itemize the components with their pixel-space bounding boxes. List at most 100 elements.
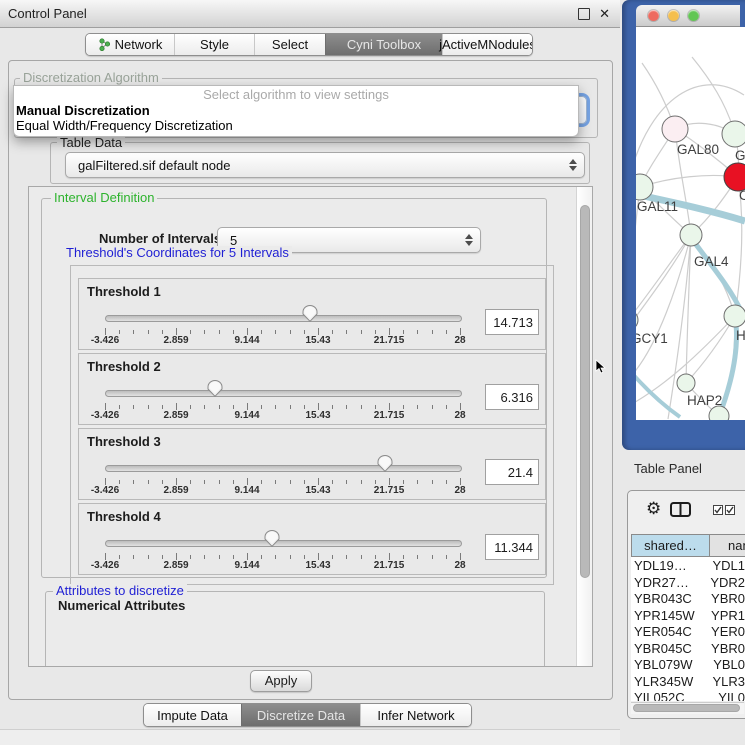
table-hscrollbar-thumb[interactable] (633, 704, 740, 712)
mac-minimize-light[interactable] (668, 10, 679, 21)
tick-mark (460, 553, 461, 560)
tick-label: 28 (454, 560, 465, 571)
network-node[interactable] (677, 374, 695, 392)
table-row[interactable]: YDL19…YDL1 (631, 558, 745, 575)
popup-item[interactable]: Manual Discretization (14, 103, 578, 118)
network-edge-thick[interactable] (636, 371, 680, 417)
cell-shared-name[interactable]: YBL079W (631, 657, 713, 674)
gear-icon[interactable]: ⚙ (646, 500, 661, 517)
tick-mark (133, 330, 134, 334)
table-data-combobox[interactable]: galFiltered.sif default node (65, 152, 585, 178)
tick-label: -3.426 (91, 485, 119, 496)
mac-zoom-light[interactable] (688, 10, 699, 21)
table-hscrollbar-track[interactable] (631, 702, 744, 714)
screen: Control Panel ✕ Network Style Select Cyn… (0, 0, 745, 745)
checked-box-icon (713, 505, 723, 515)
threshold-value-field[interactable]: 6.316 (485, 384, 539, 410)
tick-mark (304, 330, 305, 334)
float-window-icon[interactable] (578, 8, 590, 20)
threshold-slider-track[interactable] (105, 390, 462, 397)
cell-shared-name[interactable]: YBR045C (631, 641, 711, 658)
tab-select[interactable]: Select (254, 34, 325, 55)
tab-infer-network[interactable]: Infer Network (360, 704, 471, 726)
popup-item-list: Manual DiscretizationEqual Width/Frequen… (14, 103, 578, 133)
close-icon[interactable]: ✕ (599, 5, 610, 22)
popup-item[interactable]: Equal Width/Frequency Discretization (14, 118, 578, 133)
network-node[interactable] (724, 305, 745, 327)
threshold-slider-thumb[interactable] (264, 530, 280, 547)
cell-name[interactable]: YIL0 (718, 690, 745, 701)
cell-shared-name[interactable]: YLR345W (631, 674, 712, 691)
network-node[interactable] (722, 121, 745, 147)
tab-jactivemnodules[interactable]: jActiveMNodules (442, 34, 532, 55)
scrollpane-scrollbar-track[interactable] (576, 187, 592, 666)
cell-name[interactable]: YBL0 (713, 657, 745, 674)
table-row[interactable]: YBR043CYBR0 (631, 591, 745, 608)
tick-mark (233, 480, 234, 484)
network-node[interactable] (680, 224, 702, 246)
cell-name[interactable]: YBR0 (711, 641, 745, 658)
cell-name[interactable]: YPR1 (711, 608, 745, 625)
tab-style[interactable]: Style (174, 34, 254, 55)
threshold-slider-thumb[interactable] (302, 305, 318, 322)
split-columns-icon[interactable] (670, 502, 691, 517)
attributes-group-title: Attributes to discretize (53, 584, 187, 597)
cell-shared-name[interactable]: YIL052C (631, 690, 718, 701)
threshold-slider-track[interactable] (105, 540, 462, 547)
popup-prompt-item[interactable]: Select algorithm to view settings (14, 87, 578, 103)
table-row[interactable]: YBR045CYBR0 (631, 641, 745, 658)
tick-label: 9.144 (234, 560, 259, 571)
cell-name[interactable]: YLR3 (712, 674, 745, 691)
mac-close-light[interactable] (648, 10, 659, 21)
cell-shared-name[interactable]: YER054C (631, 624, 711, 641)
column-header-name[interactable]: name (710, 534, 745, 557)
cell-shared-name[interactable]: YBR043C (631, 591, 711, 608)
cell-name[interactable]: YDR2 (710, 575, 745, 592)
network-edge[interactable] (640, 175, 738, 187)
network-node[interactable] (709, 406, 729, 420)
tab-impute-data[interactable]: Impute Data (144, 704, 241, 726)
cell-shared-name[interactable]: YDR27… (631, 575, 710, 592)
tick-label: 2.859 (163, 335, 188, 346)
table-row[interactable]: YPR145WYPR1 (631, 608, 745, 625)
table-row[interactable]: YIL052CYIL0 (631, 690, 745, 701)
table-row[interactable]: YLR345WYLR3 (631, 674, 745, 691)
tick-mark (233, 330, 234, 334)
threshold-slider-track[interactable] (105, 465, 462, 472)
cell-shared-name[interactable]: YPR145W (631, 608, 711, 625)
table-row[interactable]: YBL079WYBL0 (631, 657, 745, 674)
threshold-value-field[interactable]: 21.4 (485, 459, 539, 485)
cell-name[interactable]: YDL1 (712, 558, 745, 575)
tab-cyni-toolbox[interactable]: Cyni Toolbox (325, 34, 442, 55)
network-canvas[interactable]: GAL80G.GAL11CGAL4GCY1HHAP2 (636, 27, 745, 420)
network-edge-thick[interactable] (691, 238, 742, 313)
table-body[interactable]: YDL19…YDL1YDR27…YDR2YBR043CYBR0YPR145WYP… (631, 557, 745, 701)
network-window-titlebar[interactable] (636, 5, 740, 27)
tick-mark (375, 330, 376, 334)
discretization-algorithm-title: Discretization Algorithm (20, 71, 162, 84)
cell-name[interactable]: YER0 (711, 624, 745, 641)
cell-name[interactable]: YBR0 (711, 591, 745, 608)
checkbox-icons[interactable] (713, 505, 735, 515)
threshold-slider-thumb[interactable] (207, 380, 223, 397)
tick-mark (446, 405, 447, 409)
network-node[interactable] (636, 310, 638, 330)
tick-mark (190, 405, 191, 409)
network-edge[interactable] (686, 316, 735, 383)
column-header-shared-name[interactable]: shared… (631, 534, 710, 557)
network-node[interactable] (662, 116, 688, 142)
threshold-slider-track[interactable] (105, 315, 462, 322)
tab-network[interactable]: Network (86, 34, 174, 55)
threshold-value-field[interactable]: 11.344 (485, 534, 539, 560)
tab-discretize-data[interactable]: Discretize Data (241, 704, 360, 726)
tick-mark (417, 555, 418, 559)
tick-mark (219, 480, 220, 484)
threshold-slider-thumb[interactable] (377, 455, 393, 472)
table-row[interactable]: YER054CYER0 (631, 624, 745, 641)
apply-button[interactable]: Apply (250, 670, 312, 692)
threshold-value-field[interactable]: 14.713 (485, 309, 539, 335)
cell-shared-name[interactable]: YDL19… (631, 558, 712, 575)
table-row[interactable]: YDR27…YDR2 (631, 575, 745, 592)
scrollpane-scrollbar-thumb[interactable] (580, 205, 590, 578)
bottom-tab-bar: Impute Data Discretize Data Infer Networ… (143, 703, 472, 727)
